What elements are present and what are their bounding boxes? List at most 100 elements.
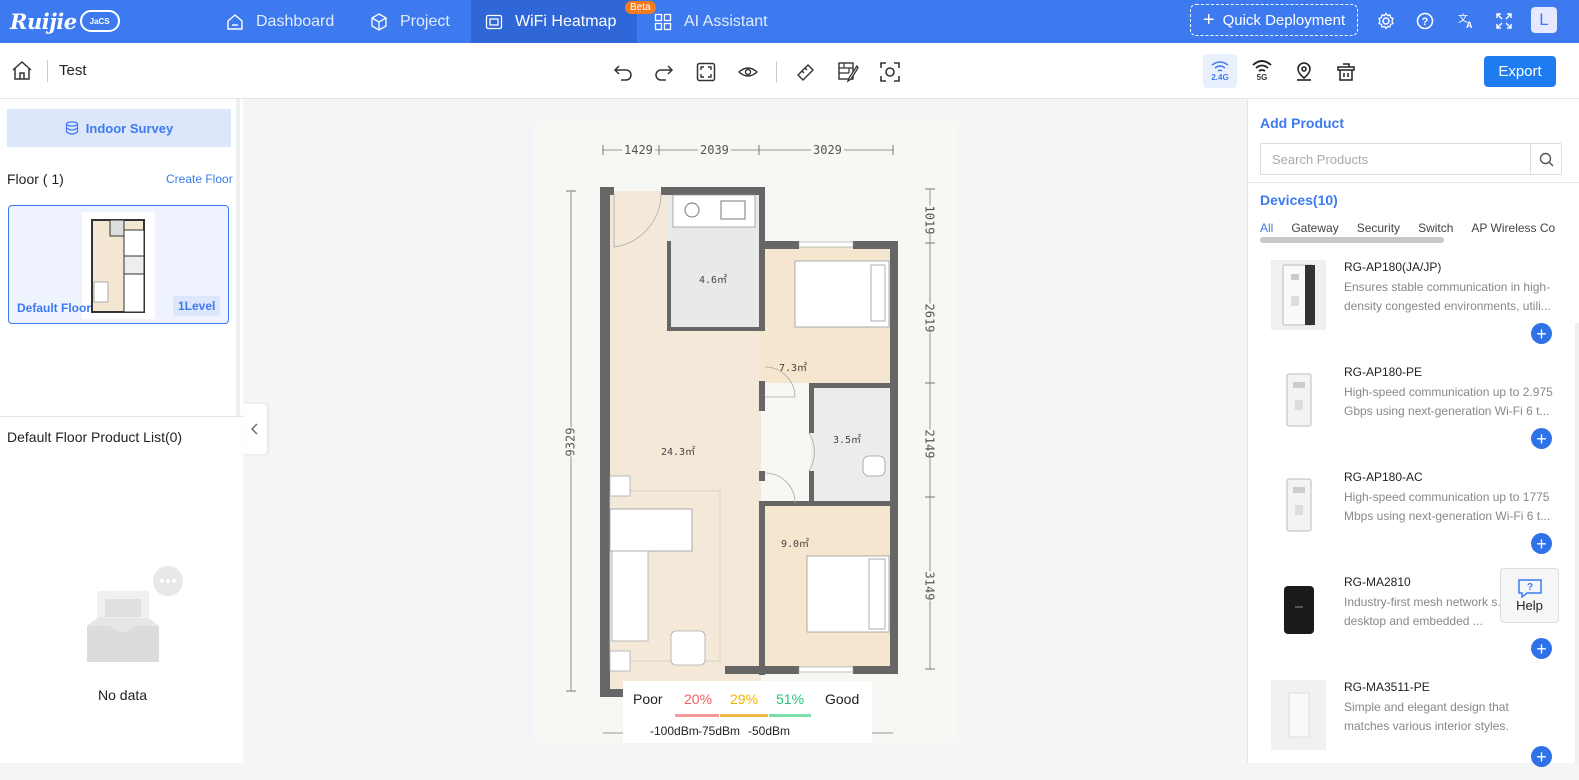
dim-top-1: 1429 — [622, 143, 655, 157]
scan-area-icon[interactable] — [878, 60, 902, 84]
indoor-survey-label: Indoor Survey — [85, 120, 174, 136]
legend-bar-poor — [675, 714, 719, 717]
no-data-text: No data — [98, 687, 148, 703]
signal-legend: Poor 20% 29% 51% Good -100dBm -75dBm -50… — [623, 681, 872, 743]
collapse-panel-button[interactable] — [243, 404, 267, 454]
legend-dbm-1: -100dBm — [650, 724, 699, 738]
product-item[interactable]: RG-AP180-AC High-speed communication up … — [1271, 470, 1561, 570]
legend-dbm-3: -50dBm — [748, 724, 791, 738]
quick-deployment-button[interactable]: + Quick Deployment — [1190, 4, 1358, 36]
indoor-survey-button[interactable]: Indoor Survey — [7, 109, 231, 147]
quick-deployment-label: Quick Deployment — [1222, 11, 1346, 29]
floor-plan-canvas[interactable]: 1429 2039 3029 3079 1019 2619 2149 3149 … — [533, 121, 957, 742]
location-pin-icon[interactable] — [1292, 60, 1316, 84]
nav-ai-assistant[interactable]: AI Assistant — [640, 0, 782, 43]
search-input[interactable] — [1261, 144, 1529, 174]
grid-icon — [654, 13, 672, 30]
help-button[interactable]: ? Help — [1500, 568, 1559, 623]
left-panel-divider — [0, 416, 243, 417]
product-list-title: Default Floor Product List(0) — [7, 429, 183, 445]
help-circle-icon[interactable]: ? — [1414, 10, 1436, 32]
tab-security[interactable]: Security — [1357, 221, 1400, 235]
translate-icon[interactable]: 文A — [1455, 10, 1477, 32]
nav-dashboard-label: Dashboard — [256, 12, 335, 30]
user-avatar[interactable]: L — [1531, 7, 1557, 33]
cube-icon — [371, 12, 387, 31]
nav-wifi-heatmap-label: WiFi Heatmap — [515, 12, 617, 30]
editor-toolbar: Test 2.4G 5G Export — [0, 43, 1579, 99]
legend-pct-poor: 20% — [684, 691, 713, 707]
add-product-button[interactable]: + — [1531, 746, 1552, 767]
product-name: RG-AP180(JA/JP) — [1344, 260, 1442, 274]
gear-icon[interactable] — [1375, 10, 1397, 32]
product-item[interactable]: RG-AP180(JA/JP) Ensures stable communica… — [1271, 260, 1561, 360]
area-living: 24.3㎡ — [661, 447, 696, 458]
tab-gateway[interactable]: Gateway — [1291, 221, 1338, 235]
redo-icon[interactable] — [652, 60, 676, 84]
product-item[interactable]: RG-AP180-PE High-speed communication up … — [1271, 365, 1561, 465]
ruler-icon[interactable] — [794, 60, 818, 84]
add-product-button[interactable]: + — [1531, 428, 1552, 449]
draw-wall-icon[interactable] — [836, 60, 860, 84]
svg-text:?: ? — [1422, 16, 1429, 28]
floor-thumbnail — [82, 212, 155, 319]
eye-icon[interactable] — [736, 60, 760, 84]
ruijie-logo[interactable]: Ruijie JaCS — [10, 7, 120, 35]
chevron-left-icon — [251, 423, 258, 435]
dim-top-3: 3029 — [811, 143, 844, 157]
home-icon[interactable] — [10, 59, 34, 88]
floor-card-default[interactable]: Default Floor 1Level — [8, 205, 229, 324]
floor-plan-drawing[interactable] — [533, 121, 957, 742]
create-floor-link[interactable]: Create Floor — [166, 172, 233, 186]
legend-bar-good — [769, 714, 811, 717]
product-list-scrollbar[interactable] — [1575, 323, 1579, 763]
legend-bar-mid — [720, 714, 768, 717]
database-icon — [65, 121, 78, 135]
band-2g-toggle[interactable]: 2.4G — [1203, 54, 1237, 88]
add-product-button[interactable]: + — [1531, 638, 1552, 659]
dim-left: 9329 — [563, 427, 578, 457]
undo-icon[interactable] — [611, 60, 635, 84]
mesh-router-image — [1271, 575, 1326, 645]
add-product-button[interactable]: + — [1531, 533, 1552, 554]
product-name: RG-AP180-PE — [1344, 365, 1423, 379]
add-product-button[interactable]: + — [1531, 323, 1552, 344]
band-5g-toggle[interactable]: 5G — [1245, 54, 1279, 88]
product-name: RG-MA2810 — [1344, 575, 1411, 589]
nav-dashboard[interactable]: Dashboard — [212, 0, 348, 43]
dim-right-2: 2619 — [922, 303, 937, 333]
band-5g-label: 5G — [1256, 73, 1268, 82]
help-chat-icon: ? — [1517, 579, 1542, 598]
dim-right-1: 1019 — [922, 205, 937, 235]
brand-cloud-icon: JaCS — [79, 10, 120, 32]
toolbar-divider — [776, 61, 777, 83]
search-icon[interactable] — [1530, 144, 1561, 174]
nav-wifi-heatmap[interactable]: WiFi Heatmap — [471, 0, 637, 43]
clear-trash-icon[interactable] — [1334, 60, 1358, 84]
legend-poor: Poor — [633, 691, 663, 707]
tab-ap-wireless[interactable]: AP Wireless Co — [1471, 221, 1555, 235]
tab-all[interactable]: All — [1260, 221, 1273, 235]
left-panel-scrollbar[interactable] — [236, 99, 240, 417]
floor-name: Default Floor — [17, 301, 91, 315]
nav-ai-assistant-label: AI Assistant — [684, 12, 768, 30]
area-kitchen: 4.6㎡ — [699, 275, 728, 286]
heatmap-icon — [485, 14, 503, 29]
right-panel-divider — [1248, 182, 1579, 183]
product-description: High-speed communication up to 2.975 Gbp… — [1344, 385, 1553, 418]
fullscreen-icon[interactable] — [1493, 10, 1515, 32]
product-description: Simple and elegant design that matches v… — [1344, 700, 1509, 733]
tab-switch[interactable]: Switch — [1418, 221, 1453, 235]
tabs-scrollbar[interactable] — [1260, 237, 1444, 243]
export-button[interactable]: Export — [1484, 56, 1556, 87]
svg-text:?: ? — [1526, 582, 1532, 593]
fit-screen-icon[interactable] — [694, 60, 718, 84]
band-2g-label: 2.4G — [1211, 72, 1229, 82]
nav-project[interactable]: Project — [356, 0, 464, 43]
left-panel: Indoor Survey Floor ( 1) Create Floor De… — [0, 99, 243, 763]
ap-device-image — [1271, 365, 1326, 435]
floor-header: Floor ( 1) — [7, 171, 64, 187]
product-search — [1260, 143, 1562, 175]
product-item[interactable]: RG-MA3511-PE Simple and elegant design t… — [1271, 680, 1561, 780]
nav-project-label: Project — [400, 12, 450, 30]
